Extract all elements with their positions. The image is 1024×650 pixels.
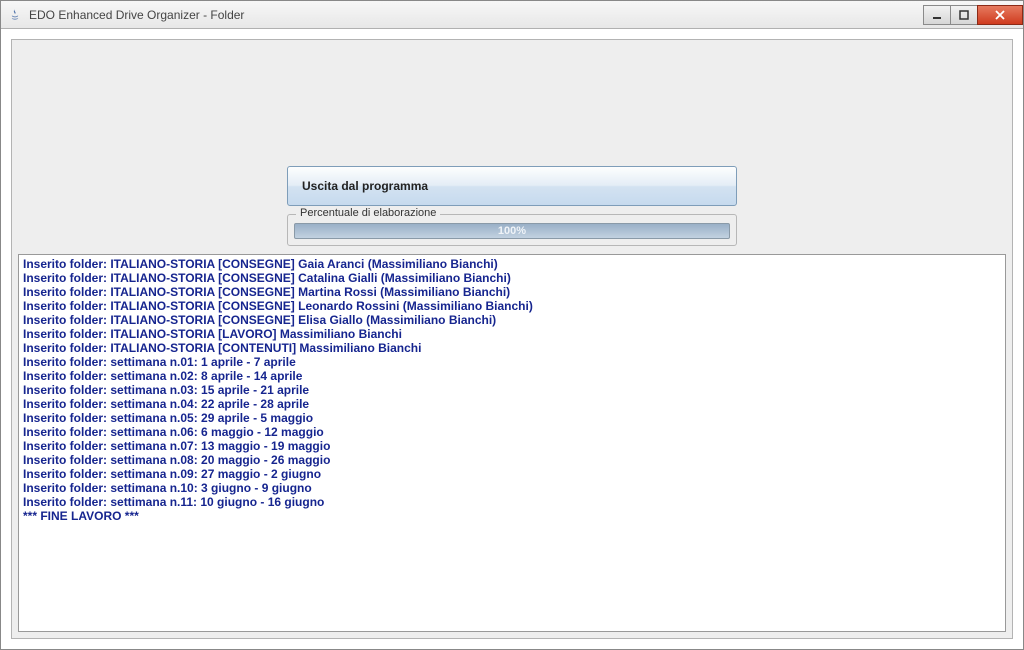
window-title: EDO Enhanced Drive Organizer - Folder [29, 8, 244, 22]
log-line: Inserito folder: settimana n.06: 6 maggi… [23, 425, 1001, 439]
client-area: Uscita dal programma Percentuale di elab… [1, 29, 1023, 649]
close-button[interactable] [977, 5, 1023, 25]
titlebar[interactable]: EDO Enhanced Drive Organizer - Folder [1, 1, 1023, 29]
log-line: Inserito folder: ITALIANO-STORIA [CONSEG… [23, 313, 1001, 327]
progress-bar: 100% [294, 223, 730, 239]
log-line: Inserito folder: settimana n.09: 27 magg… [23, 467, 1001, 481]
log-line: Inserito folder: ITALIANO-STORIA [CONSEG… [23, 257, 1001, 271]
panel-frame: Uscita dal programma Percentuale di elab… [11, 39, 1013, 639]
progress-value: 100% [295, 224, 729, 238]
log-line: Inserito folder: settimana n.01: 1 april… [23, 355, 1001, 369]
minimize-button[interactable] [923, 5, 951, 25]
log-line: Inserito folder: ITALIANO-STORIA [LAVORO… [23, 327, 1001, 341]
top-area: Uscita dal programma Percentuale di elab… [18, 46, 1006, 246]
window-controls [924, 5, 1023, 25]
exit-program-button[interactable]: Uscita dal programma [287, 166, 737, 206]
log-line: Inserito folder: ITALIANO-STORIA [CONTEN… [23, 341, 1001, 355]
java-app-icon [7, 7, 23, 23]
log-line: Inserito folder: ITALIANO-STORIA [CONSEG… [23, 285, 1001, 299]
maximize-button[interactable] [950, 5, 978, 25]
progress-legend: Percentuale di elaborazione [296, 207, 440, 219]
log-output[interactable]: Inserito folder: ITALIANO-STORIA [CONSEG… [19, 255, 1005, 631]
log-panel: Inserito folder: ITALIANO-STORIA [CONSEG… [18, 254, 1006, 632]
log-line: Inserito folder: ITALIANO-STORIA [CONSEG… [23, 299, 1001, 313]
log-line: Inserito folder: settimana n.04: 22 apri… [23, 397, 1001, 411]
app-window: EDO Enhanced Drive Organizer - Folder Us… [0, 0, 1024, 650]
log-line: Inserito folder: settimana n.10: 3 giugn… [23, 481, 1001, 495]
log-line: Inserito folder: settimana n.03: 15 apri… [23, 383, 1001, 397]
log-line: Inserito folder: settimana n.05: 29 apri… [23, 411, 1001, 425]
log-line: Inserito folder: settimana n.07: 13 magg… [23, 439, 1001, 453]
log-line: Inserito folder: settimana n.08: 20 magg… [23, 453, 1001, 467]
log-line: Inserito folder: ITALIANO-STORIA [CONSEG… [23, 271, 1001, 285]
progress-group: Percentuale di elaborazione 100% [287, 214, 737, 246]
log-line: Inserito folder: settimana n.02: 8 april… [23, 369, 1001, 383]
log-line: Inserito folder: settimana n.11: 10 giug… [23, 495, 1001, 509]
log-line: *** FINE LAVORO *** [23, 509, 1001, 523]
